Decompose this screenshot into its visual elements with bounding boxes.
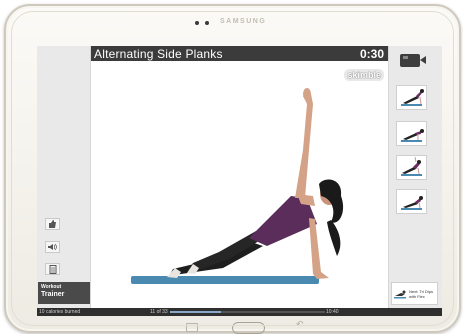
countdown-timer: 0:30	[359, 46, 384, 61]
calories-burned: 10 calories burned	[39, 309, 81, 315]
progress-track[interactable]	[170, 311, 325, 313]
exercise-counter: 11 of 33	[150, 309, 168, 315]
right-sidebar: Next: Tri Dips with Flex	[388, 46, 442, 308]
exercise-title-bar: Alternating Side Planks 0:30	[91, 46, 388, 61]
skimble-watermark: skimble	[344, 69, 384, 81]
home-button[interactable]	[232, 322, 265, 334]
app-screen: Workout Trainer Alternating Side Planks …	[37, 46, 442, 316]
exercise-thumbnail-1[interactable]	[396, 85, 427, 110]
exercise-thumbnail-3[interactable]	[396, 155, 427, 180]
back-button[interactable]: ↶	[296, 319, 304, 330]
exercise-video[interactable]: Alternating Side Planks 0:30 skimble	[91, 46, 388, 308]
left-sidebar: Workout Trainer	[37, 46, 91, 308]
volume-icon[interactable]	[45, 241, 60, 253]
front-camera	[195, 21, 209, 25]
device-brand: SAMSUNG	[220, 18, 267, 25]
exercise-demonstration-image	[131, 88, 344, 284]
thumbs-up-icon[interactable]	[45, 218, 60, 230]
recent-apps-button[interactable]	[186, 323, 198, 332]
workout-progress-bar: 10 calories burned 11 of 33 10:40	[37, 308, 442, 316]
list-icon[interactable]	[45, 263, 60, 275]
tablet-device: SAMSUNG Workout Trainer Alternating Side…	[4, 4, 461, 334]
exercise-title: Alternating Side Planks	[94, 46, 223, 61]
progress-fill	[170, 311, 222, 313]
next-exercise-label: Next: Tri Dips with Flex	[409, 288, 434, 299]
exercise-thumbnail-4[interactable]	[396, 189, 427, 214]
workout-trainer-logo: Workout Trainer	[38, 282, 90, 304]
exercise-thumbnail-2[interactable]	[396, 121, 427, 146]
next-exercise-preview[interactable]: Next: Tri Dips with Flex	[391, 282, 438, 305]
yoga-mat	[131, 276, 319, 284]
time-remaining: 10:40	[326, 309, 339, 315]
video-camera-icon[interactable]	[400, 54, 426, 67]
